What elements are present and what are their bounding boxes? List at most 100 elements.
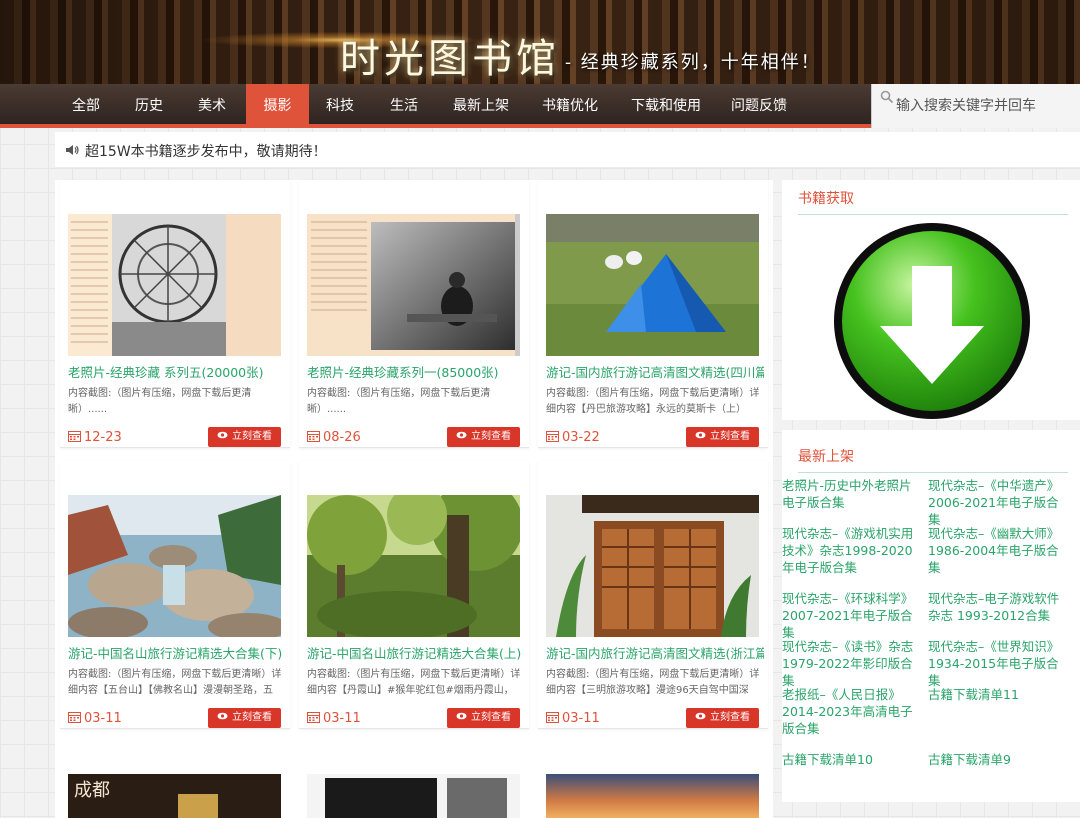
new-arrival-link[interactable]: 古籍下载清单11 [928, 686, 1068, 703]
view-now-button[interactable]: 立刻查看 [208, 708, 281, 728]
search-input[interactable] [896, 94, 1076, 118]
view-now-label: 立刻查看 [232, 712, 272, 723]
book-card-partial [299, 742, 529, 818]
view-now-label: 立刻查看 [710, 431, 750, 442]
speaker-icon [66, 145, 79, 155]
book-date: 12-23 [68, 430, 122, 445]
book-description: 内容截图:（图片有压缩，网盘下载后更清晰）详细内容【三明旅游攻略】漫途96天自驾… [546, 669, 760, 696]
book-date: 03-11 [68, 711, 122, 726]
eye-icon [695, 712, 706, 720]
view-now-button[interactable]: 立刻查看 [447, 708, 520, 728]
nav-item-tech[interactable]: 科技 [312, 84, 368, 128]
book-thumbnail[interactable] [546, 495, 759, 637]
new-arrival-link[interactable]: 现代杂志–《游戏机实用技术》杂志1998-2020年电子版合集 [782, 525, 920, 576]
thumbnail-caption: 成都 [74, 780, 110, 801]
view-now-button[interactable]: 立刻查看 [447, 427, 520, 447]
nav-item-book-optimization[interactable]: 书籍优化 [533, 84, 607, 128]
book-thumbnail[interactable] [546, 774, 759, 818]
header-banner: 时光图书馆 - 经典珍藏系列，十年相伴！ [0, 0, 1080, 84]
nav-item-history[interactable]: 历史 [121, 84, 177, 128]
view-now-label: 立刻查看 [471, 431, 511, 442]
calendar-icon [546, 431, 559, 442]
book-grid: 老照片-经典珍藏 系列五(20000张) 内容截图:（图片有压缩，网盘下载后更清… [55, 180, 773, 818]
view-now-button[interactable]: 立刻查看 [686, 427, 759, 447]
calendar-icon [68, 431, 81, 442]
view-now-button[interactable]: 立刻查看 [686, 708, 759, 728]
book-card: 游记-国内旅行游记高清图文精选(四川篇) 内容截图:（图片有压缩，网盘下载后更清… [538, 180, 768, 448]
view-now-label: 立刻查看 [471, 712, 511, 723]
book-thumbnail[interactable] [546, 214, 759, 356]
calendar-icon [68, 712, 81, 723]
get-books-title: 书籍获取 [798, 191, 854, 207]
calendar-icon [307, 431, 320, 442]
book-date: 03-22 [546, 430, 600, 445]
book-date-text: 08-26 [323, 430, 361, 445]
book-card: 老照片-经典珍藏 系列五(20000张) 内容截图:（图片有压缩，网盘下载后更清… [60, 180, 290, 448]
book-date-text: 12-23 [84, 430, 122, 445]
eye-icon [456, 712, 467, 720]
search-box [871, 84, 1080, 128]
book-date: 03-11 [307, 711, 361, 726]
book-thumbnail[interactable] [307, 495, 520, 637]
nav-item-feedback[interactable]: 问题反馈 [722, 84, 796, 128]
book-card: 游记-中国名山旅行游记精选大合集(下) 内容截图:（图片有压缩，网盘下载后更清晰… [60, 461, 290, 729]
site-subtitle: - 经典珍藏系列，十年相伴！ [565, 52, 821, 73]
new-arrival-link[interactable]: 现代杂志–《世界知识》1934-2015年电子版合集 [928, 638, 1068, 689]
book-date-text: 03-22 [562, 430, 600, 445]
book-thumbnail[interactable] [68, 214, 281, 356]
divider [798, 472, 1068, 473]
nav-item-all[interactable]: 全部 [58, 84, 114, 128]
book-title[interactable]: 游记-国内旅行游记高清图文精选(浙江篇) [546, 643, 764, 662]
search-icon [880, 90, 894, 104]
calendar-icon [307, 712, 320, 723]
nav-item-new-arrivals[interactable]: 最新上架 [444, 84, 518, 128]
main-nav: 全部 历史 美术 摄影 科技 生活 最新上架 书籍优化 下载和使用 问题反馈 [0, 84, 1080, 128]
new-arrival-link[interactable]: 现代杂志–电子游戏软件杂志 1993-2012合集 [928, 590, 1068, 624]
notice-bar: 超15W本书籍逐步发布中，敬请期待！ [55, 132, 1080, 168]
new-arrival-link[interactable]: 现代杂志–《环球科学》2007-2021年电子版合集 [782, 590, 920, 641]
book-title[interactable]: 游记-中国名山旅行游记精选大合集(上) [307, 643, 525, 662]
book-thumbnail[interactable]: 成都 [68, 774, 281, 818]
book-date-text: 03-11 [84, 711, 122, 726]
book-title[interactable]: 游记-国内旅行游记高清图文精选(四川篇) [546, 362, 764, 381]
book-thumbnail[interactable] [307, 214, 520, 356]
nav-item-art[interactable]: 美术 [184, 84, 240, 128]
new-arrival-link[interactable]: 古籍下载清单10 [782, 751, 920, 768]
book-thumbnail[interactable] [307, 774, 520, 818]
get-books-panel: 书籍获取 [782, 180, 1080, 420]
book-description: 内容截图:（图片有压缩，网盘下载后更清晰）详细内容【丹巴旅游攻略】永远的莫斯卡（… [546, 388, 760, 415]
notice-text: 超15W本书籍逐步发布中，敬请期待！ [85, 144, 327, 160]
book-card: 游记-中国名山旅行游记精选大合集(上) 内容截图:（图片有压缩，网盘下载后更清晰… [299, 461, 529, 729]
nav-item-life[interactable]: 生活 [376, 84, 432, 128]
nav-item-photography[interactable]: 摄影 [246, 84, 309, 128]
new-arrival-link[interactable]: 古籍下载清单9 [928, 751, 1068, 768]
view-now-label: 立刻查看 [232, 431, 272, 442]
book-thumbnail[interactable] [68, 495, 281, 637]
new-arrival-link[interactable]: 老报纸–《人民日报》2014-2023年高清电子版合集 [782, 686, 920, 737]
new-arrival-link[interactable]: 现代杂志–《中华遗产》2006-2021年电子版合集 [928, 477, 1068, 528]
calendar-icon [546, 712, 559, 723]
eye-icon [456, 431, 467, 439]
new-arrival-link[interactable]: 老照片-历史中外老照片电子版合集 [782, 477, 920, 511]
divider [798, 214, 1068, 215]
book-date-text: 03-11 [562, 711, 600, 726]
view-now-button[interactable]: 立刻查看 [208, 427, 281, 447]
book-date: 08-26 [307, 430, 361, 445]
eye-icon [217, 712, 228, 720]
book-title[interactable]: 老照片-经典珍藏 系列五(20000张) [68, 362, 286, 381]
book-title[interactable]: 游记-中国名山旅行游记精选大合集(下) [68, 643, 286, 662]
site-title[interactable]: 时光图书馆 [340, 26, 560, 84]
book-description: 内容截图:（图片有压缩，网盘下载后更清晰）...... [307, 388, 491, 415]
book-description: 内容截图:（图片有压缩，网盘下载后更清晰）...... [68, 388, 252, 415]
eye-icon [217, 431, 228, 439]
view-now-label: 立刻查看 [710, 712, 750, 723]
book-card-partial: 成都 [60, 742, 290, 818]
book-title[interactable]: 老照片-经典珍藏系列一(85000张) [307, 362, 525, 381]
new-arrivals-title: 最新上架 [798, 449, 854, 465]
book-card: 游记-国内旅行游记高清图文精选(浙江篇) 内容截图:（图片有压缩，网盘下载后更清… [538, 461, 768, 729]
new-arrival-link[interactable]: 现代杂志–《读书》杂志1979-2022年影印版合集 [782, 638, 920, 689]
nav-item-download-usage[interactable]: 下载和使用 [622, 84, 710, 128]
book-card: 老照片-经典珍藏系列一(85000张) 内容截图:（图片有压缩，网盘下载后更清晰… [299, 180, 529, 448]
download-icon[interactable] [832, 222, 1032, 422]
new-arrival-link[interactable]: 现代杂志–《幽默大师》1986-2004年电子版合集 [928, 525, 1068, 576]
